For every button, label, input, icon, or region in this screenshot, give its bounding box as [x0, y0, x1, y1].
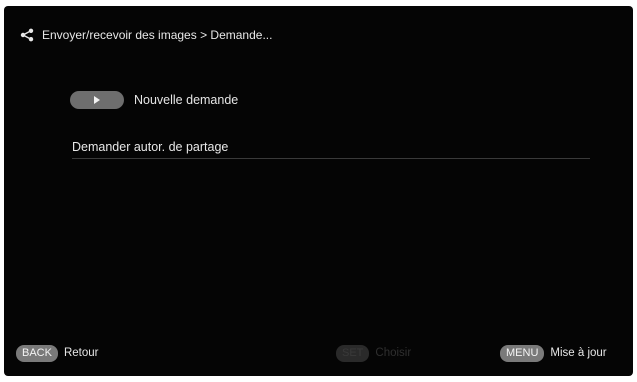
menu-key[interactable]: MENU — [500, 344, 545, 362]
play-button[interactable] — [70, 91, 124, 109]
set-label: Choisir — [375, 347, 412, 359]
menu-hint[interactable]: MENU Mise à jour — [500, 342, 607, 364]
new-request-item[interactable]: Nouvelle demande — [70, 91, 238, 109]
share-auth-label: Demander autor. de partage — [72, 140, 229, 154]
camera-screen: Envoyer/recevoir des images > Demande...… — [4, 6, 633, 376]
share-auth-item[interactable]: Demander autor. de partage — [72, 140, 228, 154]
share-icon — [20, 28, 34, 42]
set-hint: SET Choisir — [336, 342, 411, 364]
new-request-label: Nouvelle demande — [134, 93, 239, 107]
menu-label: Mise à jour — [550, 347, 607, 359]
divider — [72, 158, 590, 159]
header: Envoyer/recevoir des images > Demande... — [20, 28, 272, 42]
set-key: SET — [336, 344, 370, 362]
back-key[interactable]: BACK — [16, 344, 58, 362]
back-hint[interactable]: BACK Retour — [16, 342, 99, 364]
footer-hints: BACK Retour SET Choisir MENU Mise à jour — [4, 342, 633, 364]
play-icon — [94, 96, 100, 104]
breadcrumb: Envoyer/recevoir des images > Demande... — [42, 28, 273, 42]
back-label: Retour — [63, 347, 99, 359]
